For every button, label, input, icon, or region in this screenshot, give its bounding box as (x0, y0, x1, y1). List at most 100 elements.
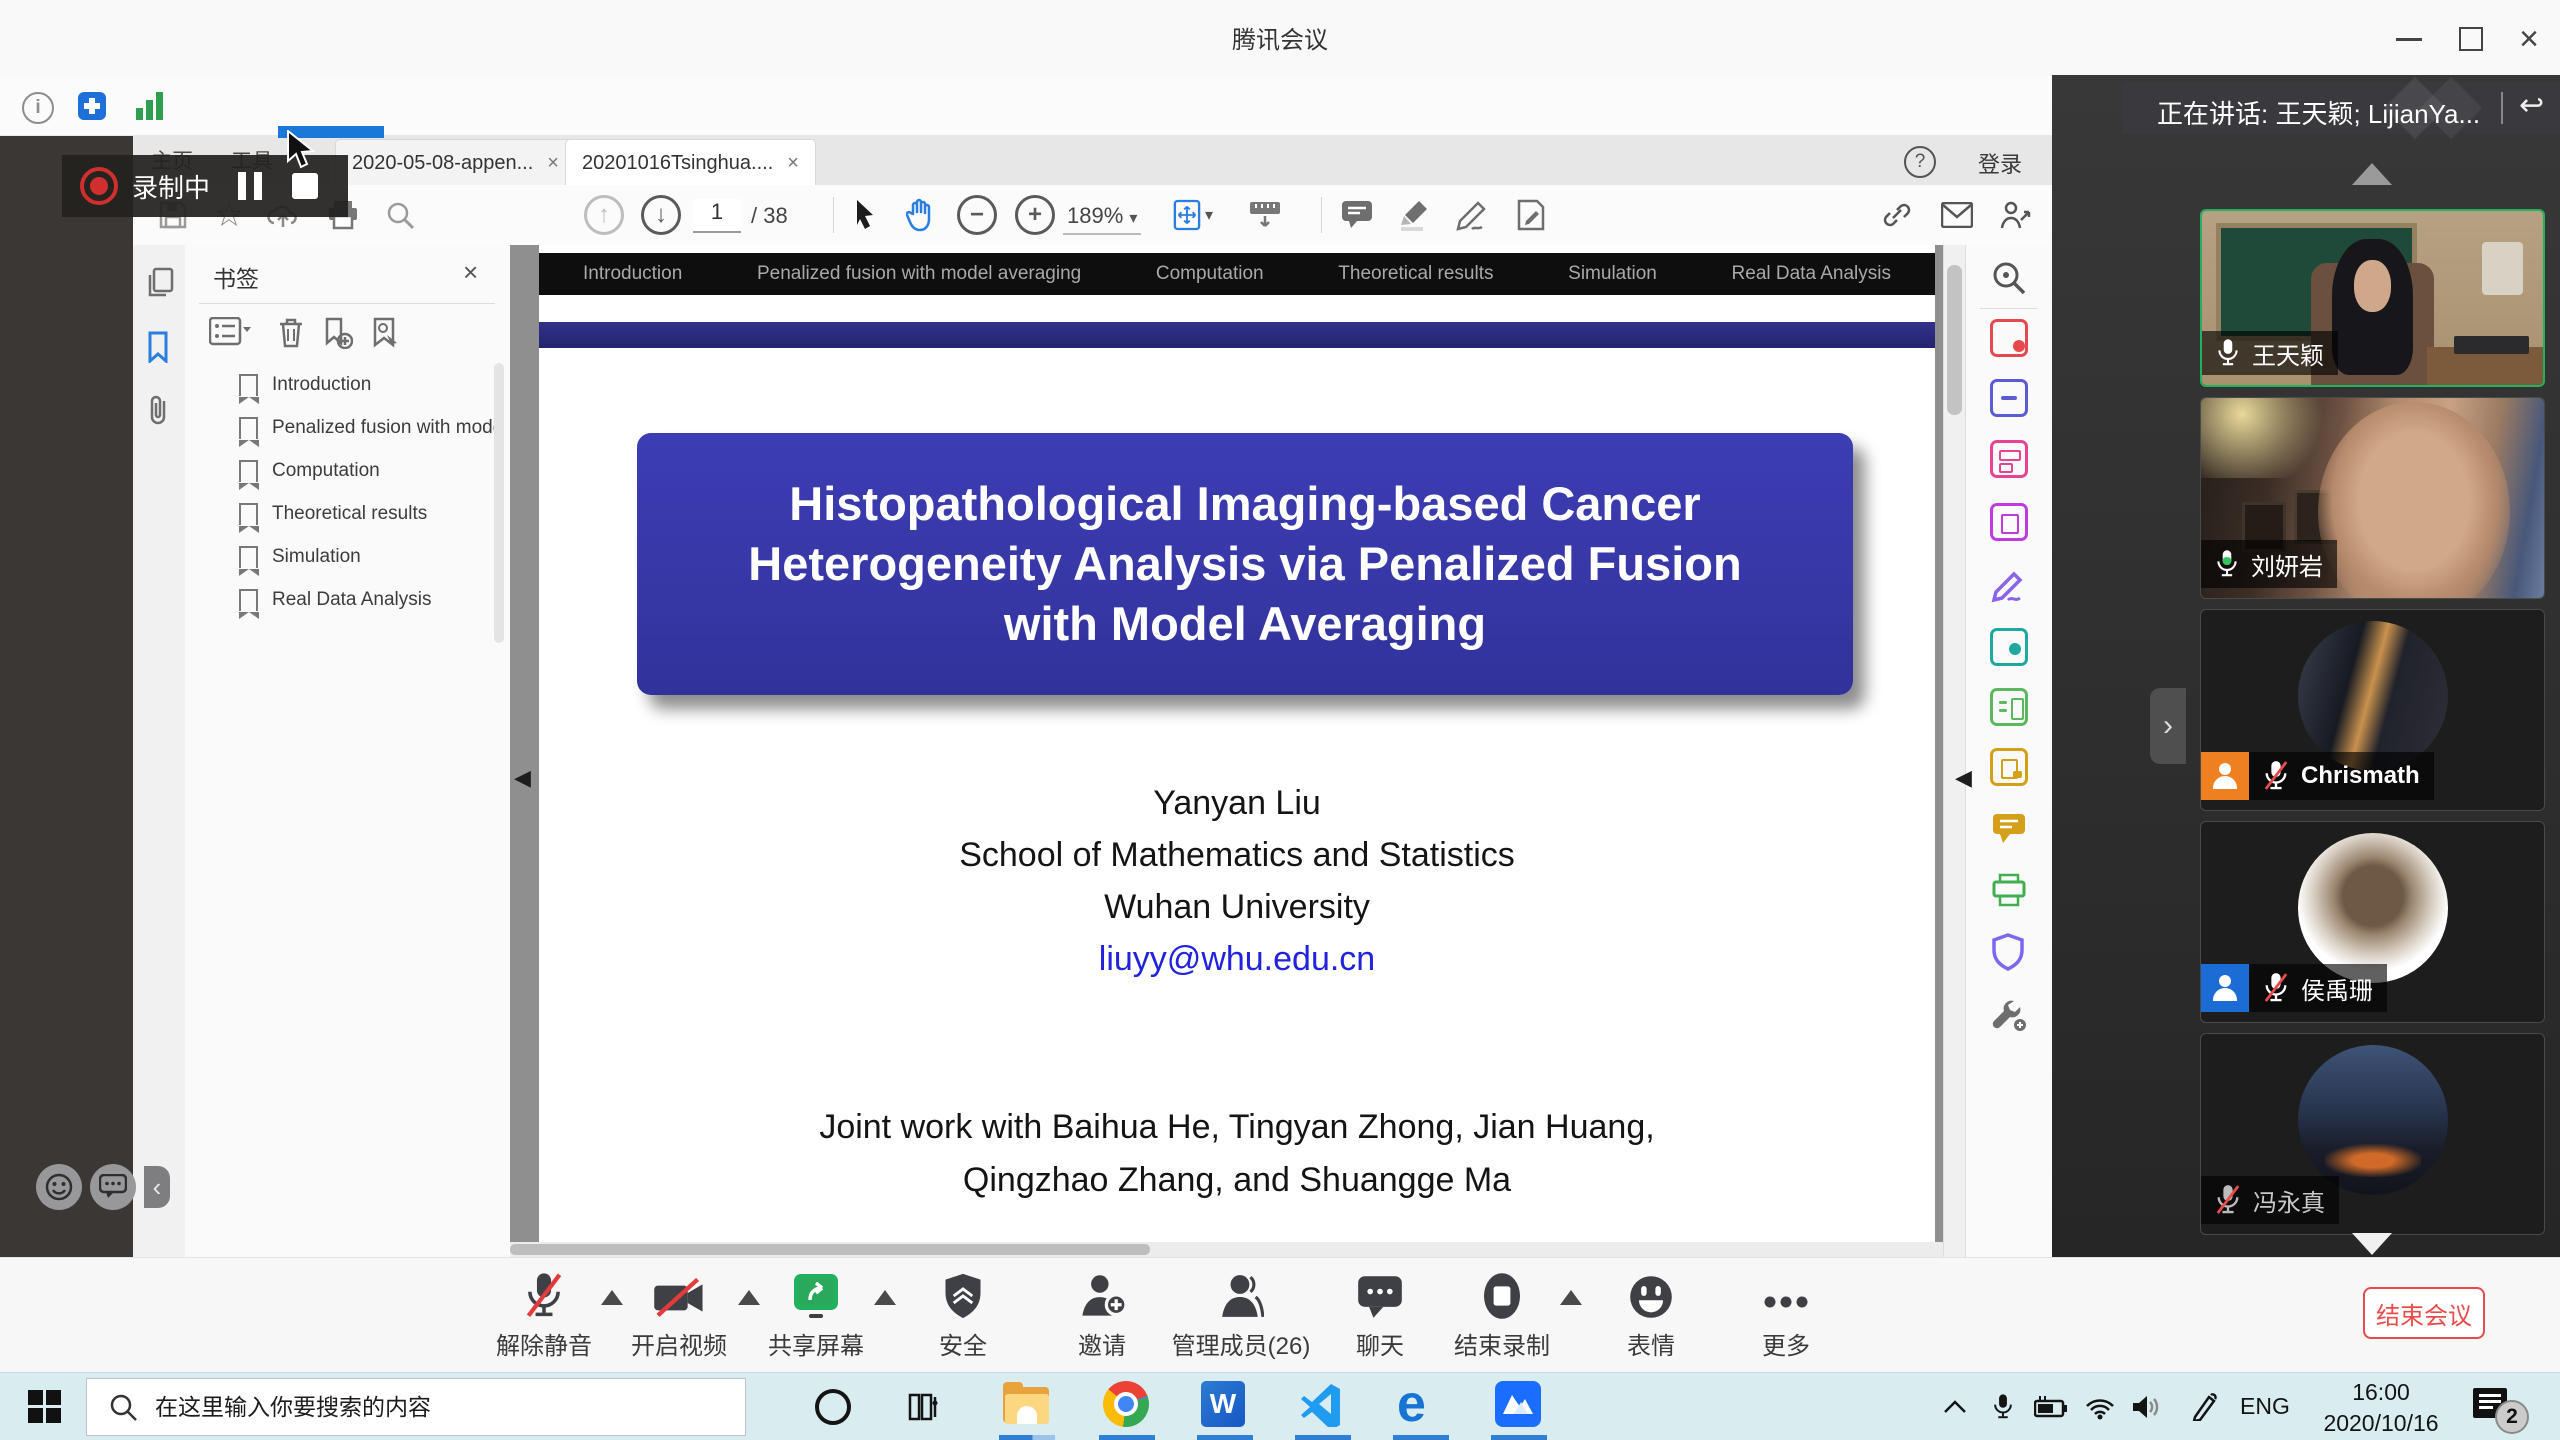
bookmark-options-button[interactable] (209, 317, 253, 347)
start-button[interactable] (28, 1390, 61, 1423)
word-icon[interactable] (1201, 1381, 1249, 1429)
add-bookmark-button[interactable] (323, 317, 353, 349)
chrome-icon[interactable] (1103, 1381, 1151, 1429)
send-for-comments-tool-icon[interactable] (1990, 628, 2028, 666)
login-button[interactable]: 登录 (1978, 147, 2022, 179)
delete-bookmark-button[interactable] (277, 317, 305, 349)
stop-recording-button[interactable] (292, 173, 318, 199)
taskbar-search[interactable] (86, 1378, 746, 1436)
search-tool-icon[interactable] (1990, 259, 2028, 297)
bookmark-item[interactable]: Real Data Analysis (185, 578, 510, 621)
more-button[interactable]: 更多 (1711, 1268, 1861, 1361)
document-tab[interactable]: 2020-05-08-appen... × (335, 139, 576, 186)
bookmark-item[interactable]: Simulation (185, 535, 510, 578)
bookmark-item[interactable]: Computation (185, 449, 510, 492)
help-button[interactable]: ? (1904, 146, 1936, 178)
pen-icon[interactable] (2181, 1384, 2229, 1430)
bookmarks-close-icon[interactable]: × (463, 257, 478, 288)
pause-recording-button[interactable] (238, 172, 262, 200)
emoji-quick-button[interactable] (36, 1164, 82, 1210)
emoji-button[interactable]: 表情 (1576, 1268, 1726, 1361)
collapse-left-panel-arrow[interactable]: ◀ (514, 765, 531, 791)
info-icon[interactable]: i (22, 92, 54, 124)
tab-close-icon[interactable]: × (547, 152, 559, 175)
cortana-icon[interactable] (809, 1384, 857, 1430)
participant-tile[interactable]: 冯永真 (2200, 1033, 2545, 1235)
select-tool-icon[interactable] (845, 197, 885, 233)
participant-tile[interactable]: 王天颖 (2200, 209, 2545, 387)
manage-members-button[interactable]: 管理成员(26) (1166, 1268, 1316, 1361)
more-tools-icon[interactable] (1990, 995, 2028, 1033)
tencent-meeting-icon[interactable] (1495, 1381, 1543, 1429)
participant-tile[interactable]: 侯禹珊 (2200, 821, 2545, 1023)
search-input[interactable] (153, 1393, 697, 1422)
fill-sign-tool-icon[interactable] (1990, 566, 2028, 604)
sign-tool-icon[interactable] (1453, 197, 1493, 233)
security-button[interactable]: 安全 (888, 1268, 1038, 1361)
bookmark-item[interactable]: Theoretical results (185, 492, 510, 535)
battery-icon[interactable] (2027, 1384, 2075, 1430)
next-page-button[interactable]: ↓ (641, 197, 681, 233)
bookmarks-panel-icon[interactable] (146, 331, 170, 363)
participant-tile[interactable]: 刘妍岩 (2200, 397, 2545, 599)
scan-ocr-tool-icon[interactable] (1990, 872, 2028, 910)
find-icon[interactable] (380, 197, 420, 233)
scroll-up-arrow[interactable] (2352, 163, 2392, 185)
share-review-icon[interactable] (1995, 197, 2035, 233)
combine-files-tool-icon[interactable] (1990, 440, 2028, 478)
attachments-icon[interactable] (146, 393, 170, 427)
zoom-level-select[interactable]: 189% ▾ (1063, 203, 1141, 235)
previous-page-button[interactable]: ↑ (584, 197, 624, 233)
share-screen-button[interactable]: 共享屏幕 (741, 1268, 891, 1361)
minimize-button[interactable] (2385, 18, 2433, 60)
file-explorer-icon[interactable] (1003, 1381, 1051, 1429)
unmute-button[interactable]: 解除静音 (469, 1268, 619, 1361)
end-recording-button[interactable]: 结束录制 (1427, 1268, 1577, 1361)
edge-icon[interactable]: e (1397, 1381, 1445, 1429)
document-tab-active[interactable]: 20201016Tsinghua.... × (565, 139, 816, 186)
bookmark-item[interactable]: Penalized fusion with mode (185, 406, 510, 449)
scrollbar-thumb[interactable] (1947, 265, 1962, 415)
scroll-down-arrow[interactable] (2352, 1233, 2392, 1255)
tab-close-icon[interactable]: × (787, 152, 799, 175)
page-thumbnails-icon[interactable] (146, 267, 174, 299)
tray-mic-icon[interactable] (1979, 1384, 2027, 1430)
ruler-tool-icon[interactable] (1245, 197, 1285, 233)
edit-pdf-tool-icon[interactable] (1990, 688, 2028, 726)
vscode-icon[interactable] (1299, 1381, 1347, 1429)
comment-pages-tool-icon[interactable] (1990, 748, 2028, 786)
task-view-icon[interactable] (900, 1384, 948, 1430)
taskbar-clock[interactable]: 16:00 2020/10/16 (2306, 1379, 2456, 1437)
page-number-input[interactable]: 1 (693, 199, 741, 233)
sidebar-collapse-handle[interactable]: › (2150, 688, 2186, 764)
zoom-in-button[interactable]: + (1015, 197, 1055, 233)
mail-icon[interactable] (1937, 197, 1977, 233)
horizontal-scrollbar[interactable] (510, 1242, 1943, 1257)
start-video-button[interactable]: 开启视频 (604, 1268, 754, 1361)
quickbar-collapse-handle[interactable]: ‹ (144, 1166, 170, 1208)
comment-tool-icon[interactable] (1337, 197, 1377, 233)
locate-bookmark-button[interactable] (371, 317, 401, 349)
bookmark-item[interactable]: Introduction (185, 363, 510, 406)
vertical-scrollbar[interactable] (1943, 245, 1966, 1257)
close-button[interactable]: × (2505, 18, 2553, 60)
protect-tool-icon[interactable] (1990, 933, 2028, 971)
chat-quick-button[interactable] (90, 1164, 136, 1210)
action-center-icon[interactable]: 2 (2471, 1384, 2519, 1430)
edit-note-icon[interactable] (1511, 197, 1551, 233)
chart-icon[interactable] (136, 92, 166, 120)
collapse-right-pane-arrow[interactable]: ◀ (1955, 765, 1972, 791)
zoom-out-button[interactable]: − (957, 197, 997, 233)
invite-button[interactable]: 邀请 (1027, 1268, 1177, 1361)
reply-arrow-icon[interactable]: ↩ (2519, 88, 2544, 123)
speaker-icon[interactable] (2122, 1384, 2170, 1430)
highlight-tool-icon[interactable] (1395, 197, 1435, 233)
comment-tool-pane-icon[interactable] (1990, 810, 2028, 848)
maximize-button[interactable] (2447, 18, 2495, 60)
create-pdf-tool-icon[interactable] (1990, 319, 2028, 357)
bookmarks-scrollbar[interactable] (494, 363, 504, 643)
participant-tile[interactable]: Chrismath (2200, 609, 2545, 811)
export-pdf-tool-icon[interactable] (1990, 379, 2028, 417)
author-email[interactable]: liuyy@whu.edu.cn (539, 933, 1935, 985)
fit-page-icon[interactable]: ▾ (1173, 197, 1213, 233)
